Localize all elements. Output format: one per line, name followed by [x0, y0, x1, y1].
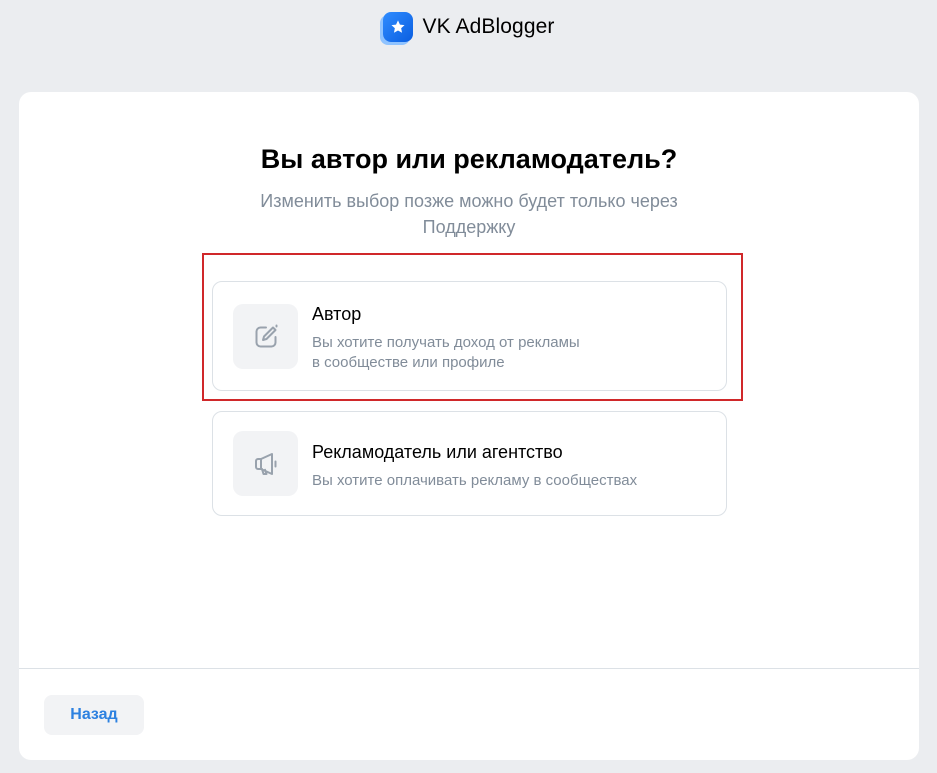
option-description: Вы хотите получать доход от рекламы в со… — [312, 333, 580, 373]
app-name: VK AdBlogger — [422, 15, 555, 38]
option-author-text: Автор Вы хотите получать доход от реклам… — [312, 304, 580, 373]
role-selection-card: Вы автор или рекламодатель? Изменить выб… — [19, 92, 919, 760]
brand[interactable]: VK AdBlogger — [382, 12, 555, 42]
option-description: Вы хотите оплачивать рекламу в сообществ… — [312, 471, 637, 491]
back-button[interactable]: Назад — [44, 695, 144, 735]
option-advertiser-text: Рекламодатель или агентство Вы хотите оп… — [312, 442, 637, 491]
option-author[interactable]: Автор Вы хотите получать доход от реклам… — [212, 281, 727, 391]
top-bar: VK AdBlogger — [0, 0, 937, 56]
option-title: Автор — [312, 304, 362, 324]
footer-divider — [19, 668, 919, 669]
option-title: Рекламодатель или агентство — [312, 442, 563, 462]
option-description-line: Вы хотите оплачивать рекламу в сообществ… — [312, 472, 638, 489]
megaphone-icon — [233, 431, 298, 496]
option-advertiser[interactable]: Рекламодатель или агентство Вы хотите оп… — [212, 411, 727, 516]
edit-icon — [233, 304, 298, 369]
star-icon — [382, 12, 413, 42]
page-title: Вы автор или рекламодатель? — [260, 144, 678, 174]
option-description-line: в сообществе или профиле — [312, 354, 505, 371]
option-description-line: Вы хотите получать доход от рекламы — [312, 334, 580, 351]
page-subtitle: Изменить выбор позже можно будет только … — [260, 191, 678, 237]
